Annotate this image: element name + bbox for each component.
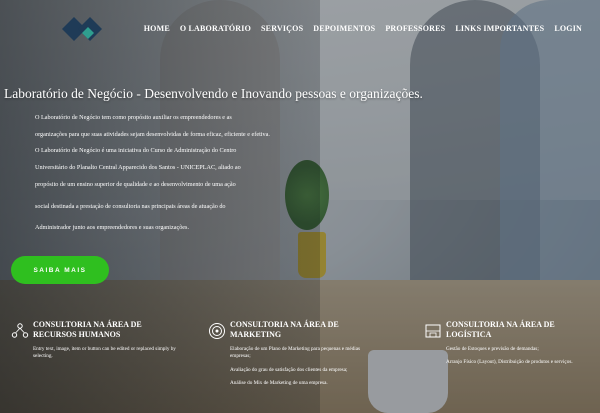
service-card-marketing: CONSULTORIA NA ÁREA DE MARKETING Elabora… (209, 320, 380, 393)
service-card-title: CONSULTORIA NA ÁREA DE LOGÍSTICA (446, 320, 555, 339)
hero-paragraph: organizações para que suas atividades se… (35, 131, 270, 139)
nav-login[interactable]: LOGIN (554, 24, 582, 33)
hero-paragraph: O Laboratório de Negócio é uma iniciativ… (35, 146, 237, 154)
hero-paragraph: propósito de um ensino superior de quali… (35, 181, 236, 189)
diamond-logo-icon[interactable] (58, 14, 106, 44)
nav-servicos[interactable]: SERVIÇOS (261, 24, 303, 33)
nav-o-laboratorio[interactable]: O LABORATÓRIO (180, 24, 251, 33)
hero-paragraph: O Laboratório de Negócio tem como propós… (35, 114, 232, 121)
nav-depoimentos[interactable]: DEPOIMENTOS (313, 24, 375, 33)
service-card-line: Análise do Mix de Marketing de uma empre… (230, 380, 328, 387)
service-card-body: Entry text, image, item or button can be… (33, 346, 183, 361)
warehouse-icon (425, 324, 441, 338)
service-card-logistica: CONSULTORIA NA ÁREA DE LOGÍSTICA Gestão … (425, 320, 596, 373)
people-network-icon (11, 323, 29, 338)
service-card-body: Elaboração de um Plano de Marketing para… (230, 346, 380, 387)
nav-home[interactable]: HOME (144, 24, 170, 33)
service-card-title: CONSULTORIA NA ÁREA DE RECURSOS HUMANOS (33, 320, 142, 339)
service-card-rh: CONSULTORIA NA ÁREA DE RECURSOS HUMANOS … (11, 320, 183, 367)
nav-links-importantes[interactable]: LINKS IMPORTANTES (455, 24, 544, 33)
service-card-line: Elaboração de um Plano de Marketing para… (230, 346, 361, 360)
service-card-line: Avaliação do grau de satisfação dos clie… (230, 366, 348, 373)
service-card-title: CONSULTORIA NA ÁREA DE MARKETING (230, 320, 339, 339)
service-card-line: Entry text, image, item or button can be… (33, 346, 176, 360)
service-card-line: Arranjo Físico (Layout), Distribuição de… (446, 359, 573, 366)
target-icon (209, 323, 225, 339)
saiba-mais-button[interactable]: SAIBA MAIS (11, 256, 109, 284)
service-card-line: Gestão de Estoques e previsão de demanda… (446, 346, 539, 353)
service-card-body: Gestão de Estoques e previsão de demanda… (446, 346, 596, 367)
main-nav: HOME O LABORATÓRIO SERVIÇOS DEPOIMENTOS … (144, 24, 582, 33)
hero-paragraph: Administrador junto aos empreendedores e… (35, 224, 190, 232)
hero-paragraph: Universitário do Planalto Central Appare… (35, 164, 241, 172)
hero-title: Laboratório de Negócio - Desenvolvendo e… (4, 86, 423, 101)
nav-professores[interactable]: PROFESSORES (385, 24, 445, 33)
hero-paragraph: social destinada a prestação de consulto… (35, 202, 226, 210)
hero-description: O Laboratório de Negócio tem como propós… (35, 114, 280, 233)
